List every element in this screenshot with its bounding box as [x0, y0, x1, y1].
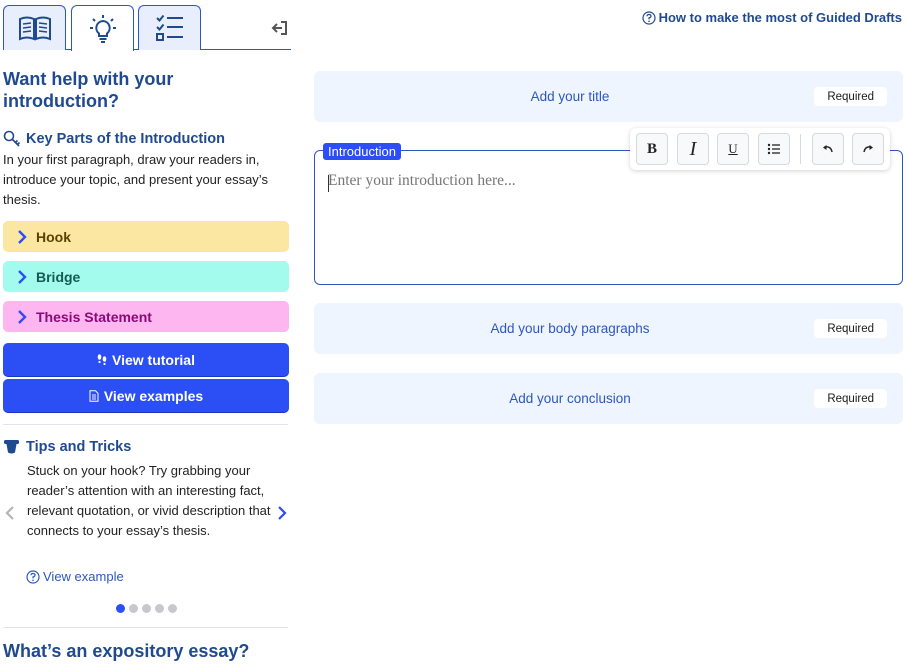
add-body-label: Add your body paragraphs	[490, 321, 650, 336]
accordion-thesis-statement[interactable]: Thesis Statement	[3, 301, 289, 332]
key-parts-description: In your first paragraph, draw your reade…	[3, 152, 268, 207]
view-tutorial-button[interactable]: View tutorial	[3, 343, 289, 376]
document-icon	[89, 389, 99, 402]
carousel-dot[interactable]	[155, 604, 164, 613]
required-badge: Required	[814, 389, 887, 408]
tab-checklist[interactable]	[138, 5, 201, 50]
required-badge: Required	[814, 87, 887, 106]
question-circle-icon	[26, 569, 40, 584]
carousel-dots	[116, 604, 177, 613]
carousel-dot[interactable]	[168, 604, 177, 613]
tab-reading[interactable]	[3, 5, 66, 50]
tab-tips[interactable]	[71, 5, 134, 51]
footsteps-icon	[97, 353, 107, 365]
italic-button[interactable]: I	[677, 133, 709, 165]
view-example-link[interactable]: View example	[26, 569, 124, 584]
tips-header: Tips and Tricks	[3, 438, 131, 455]
add-title-label: Add your title	[530, 89, 610, 104]
underline-button[interactable]: U	[717, 133, 749, 165]
italic-label: I	[689, 137, 697, 160]
carousel-prev-button[interactable]	[4, 505, 16, 526]
bold-button[interactable]: B	[636, 133, 668, 165]
chevron-left-icon	[5, 506, 14, 520]
expository-essay-title: What’s an expository essay?	[3, 641, 250, 661]
chevron-right-icon	[17, 229, 27, 244]
add-body-paragraphs-card[interactable]: Add your body paragraphs Required	[314, 303, 903, 354]
introduction-input[interactable]	[328, 172, 888, 272]
carousel-next-button[interactable]	[276, 505, 288, 526]
view-examples-button[interactable]: View examples	[3, 379, 289, 412]
checklist-icon	[155, 14, 183, 41]
book-icon	[18, 16, 51, 41]
question-circle-icon	[641, 10, 656, 25]
view-example-label: View example	[43, 569, 124, 584]
view-tutorial-label: View tutorial	[112, 351, 195, 368]
key-icon	[3, 130, 21, 147]
accordion-hook[interactable]: Hook	[3, 221, 289, 252]
introduction-tag: Introduction	[323, 143, 401, 160]
underline-label: U	[728, 141, 738, 156]
chevron-right-icon	[278, 506, 287, 520]
bold-label: B	[646, 140, 657, 157]
divider	[3, 627, 288, 628]
key-parts-title: Key Parts of the Introduction	[26, 131, 225, 147]
how-to-label: How to make the most of Guided Drafts	[658, 10, 902, 25]
lightbulb-icon	[89, 14, 116, 43]
text-caret	[328, 175, 329, 192]
exit-arrow-icon	[271, 21, 287, 35]
accordion-label: Hook	[36, 228, 71, 245]
add-conclusion-label: Add your conclusion	[509, 391, 631, 406]
bullet-list-button[interactable]	[758, 133, 790, 165]
divider	[3, 424, 288, 425]
formatting-toolbar: B I U	[630, 128, 890, 170]
accordion-label: Bridge	[36, 268, 81, 285]
magic-hat-icon	[4, 440, 19, 454]
sidebar-tabs	[3, 5, 291, 51]
tips-title: Tips and Tricks	[26, 438, 132, 455]
carousel-dot[interactable]	[129, 604, 138, 613]
collapse-sidebar-button[interactable]	[271, 19, 289, 37]
guidance-sidebar: Want help with your introduction? Key Pa…	[0, 0, 292, 667]
view-examples-label: View examples	[103, 387, 204, 404]
undo-icon	[823, 145, 833, 153]
add-title-card[interactable]: Add your title Required	[314, 71, 903, 122]
carousel-dot[interactable]	[116, 604, 125, 613]
add-conclusion-card[interactable]: Add your conclusion Required	[314, 373, 903, 424]
chevron-right-icon	[17, 309, 27, 324]
chevron-right-icon	[17, 269, 27, 284]
how-to-guided-drafts-link[interactable]: How to make the most of Guided Drafts	[641, 10, 902, 25]
carousel-dot[interactable]	[142, 604, 151, 613]
required-badge: Required	[814, 319, 887, 338]
help-title: Want help with your introduction?	[3, 69, 174, 111]
redo-icon	[863, 145, 873, 153]
accordion-bridge[interactable]: Bridge	[3, 261, 289, 292]
redo-button[interactable]	[852, 133, 884, 165]
undo-button[interactable]	[812, 133, 844, 165]
key-parts-header: Key Parts of the Introduction	[3, 130, 225, 148]
tips-text: Stuck on your hook? Try grabbing your re…	[27, 463, 271, 538]
accordion-label: Thesis Statement	[36, 308, 152, 325]
toolbar-separator	[800, 134, 801, 164]
bullet-list-icon	[767, 143, 780, 155]
